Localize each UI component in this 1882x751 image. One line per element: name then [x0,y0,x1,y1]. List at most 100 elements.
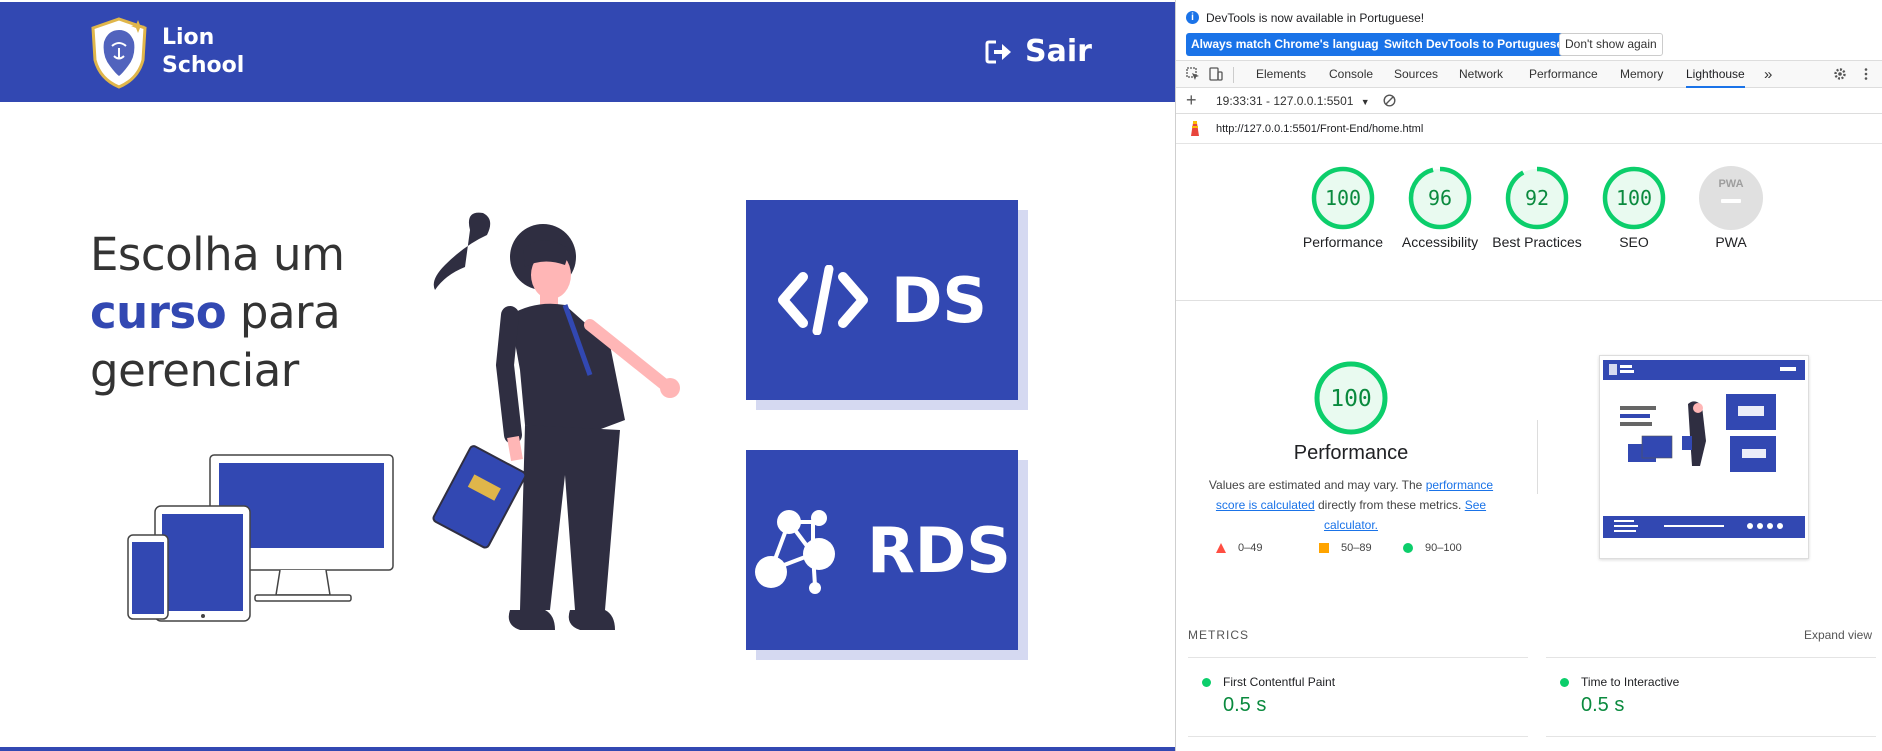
site-header: Lion School Sair [0,2,1175,102]
tab-console[interactable]: Console [1329,61,1373,88]
toolbar-divider [1233,67,1234,83]
gauge-best-practices[interactable]: 92 Best Practices [1492,165,1582,251]
page-headline: Escolha um curso para gerenciar [90,226,345,400]
tab-network[interactable]: Network [1459,61,1503,88]
legend-fail: 0–49 [1216,542,1262,554]
devices-illustration [127,454,394,622]
metric-name: First Contentful Paint [1223,675,1336,689]
gauge-seo[interactable]: 100 SEO [1589,165,1679,251]
score-gauge: 92 [1505,166,1569,230]
tab-lighthouse[interactable]: Lighthouse [1686,61,1745,88]
infobar-message: DevTools is now available in Portuguese! [1206,11,1425,25]
settings-icon[interactable] [1833,67,1847,81]
tab-memory[interactable]: Memory [1620,61,1663,88]
score-gauge: 96 [1408,166,1472,230]
legend-pass-range: 90–100 [1425,542,1462,554]
performance-score: 100 [1330,386,1372,412]
switch-language-button[interactable]: Switch DevTools to Portuguese [1379,33,1569,56]
pwa-badge-text: PWA [1718,178,1743,190]
lighthouse-toolbar: + 19:33:31 - 127.0.0.1:5501 ▼ [1176,88,1882,114]
page-screenshot-thumbnail[interactable] [1599,355,1809,559]
thumbnail-image [1603,360,1805,538]
performance-description: Values are estimated and may vary. The p… [1196,475,1506,535]
match-language-button[interactable]: Always match Chrome's language [1186,33,1391,56]
report-select[interactable]: 19:33:31 - 127.0.0.1:5501 ▼ [1216,94,1370,108]
devtools-tab-bar: Elements Console Sources Network Perform… [1176,60,1882,88]
performance-score-gauge: 100 [1314,361,1388,435]
more-options-icon[interactable] [1859,67,1873,81]
expand-view-toggle[interactable]: Expand view [1804,628,1872,642]
gauge-label: SEO [1619,234,1649,250]
gauge-label: PWA [1715,234,1747,250]
gauge-label: Performance [1302,234,1384,250]
section-divider [1176,300,1882,301]
legend-pass: 90–100 [1403,542,1462,554]
devtools-panel: i DevTools is now available in Portugues… [1175,0,1882,751]
gauge-label: Best Practices [1492,234,1582,250]
headline-highlight: curso [90,286,227,339]
summary-divider [1537,420,1538,494]
headline-line-3: gerenciar [90,344,299,397]
metric-first-contentful-paint: First Contentful Paint 0.5 s [1188,657,1528,737]
code-icon [777,265,868,335]
metrics-heading: METRICS [1188,628,1249,642]
metric-time-to-interactive: Time to Interactive 0.5 s [1546,657,1876,737]
description-text: directly from these metrics. [1317,498,1462,512]
lighthouse-icon [1191,121,1199,136]
score-value: 100 [1616,186,1652,210]
logout-label: Sair [1025,34,1092,69]
legend-fail-range: 0–49 [1238,542,1263,554]
score-value: 100 [1325,186,1361,210]
gauge-performance[interactable]: 100 Performance [1298,165,1388,251]
performance-summary: 100 Performance Values are estimated and… [1196,360,1506,535]
info-icon: i [1186,11,1199,24]
footer-edge [0,747,1175,751]
tab-elements[interactable]: Elements [1256,61,1306,88]
brand-line-2: School [162,53,245,78]
score-legend: 0–49 50–89 90–100 [1216,542,1496,558]
brand-name: Lion School [162,24,244,80]
pass-dot-icon [1560,678,1569,687]
report-url-bar: http://127.0.0.1:5501/Front-End/home.htm… [1176,114,1882,144]
description-text: Values are estimated and may vary. The [1208,478,1423,492]
logout-button[interactable]: Sair [985,34,1092,69]
triangle-icon [1216,543,1226,553]
headline-line-2: curso para [90,284,344,342]
tab-performance[interactable]: Performance [1529,61,1598,88]
brand-line-1: Lion [162,25,215,50]
device-toolbar-icon[interactable] [1209,67,1223,81]
pass-dot-icon [1202,678,1211,687]
metric-value: 0.5 s [1223,694,1267,716]
report-select-value: 19:33:31 - 127.0.0.1:5501 [1216,94,1354,108]
legend-average: 50–89 [1319,542,1372,554]
circle-icon [1403,543,1413,553]
dont-show-again-button[interactable]: Don't show again [1559,33,1663,56]
web-page: Lion School Sair Escolha um curso para g… [0,0,1175,751]
gauge-pwa[interactable]: PWA PWA [1686,165,1776,251]
inspect-element-icon[interactable] [1186,67,1200,81]
person-illustration [432,212,680,630]
screen: { "site": { "brand_line1": "Lion", "bran… [0,0,1882,751]
score-value: 92 [1525,186,1549,210]
gauge-label: Accessibility [1401,234,1479,250]
tab-sources[interactable]: Sources [1394,61,1438,88]
language-infobar: i DevTools is now available in Portugues… [1176,0,1882,60]
logout-icon [985,40,1011,63]
clear-reports-icon[interactable] [1383,94,1396,107]
new-report-button[interactable]: + [1186,91,1197,109]
more-tabs-button[interactable]: » [1764,61,1772,88]
network-icon [755,510,836,594]
headline-line-1: Escolha um [90,228,345,281]
gauge-accessibility[interactable]: 96 Accessibility [1395,165,1485,251]
headline-word: para [239,286,341,339]
course-card-rds[interactable]: RDS [746,450,1018,650]
metric-name: Time to Interactive [1581,675,1680,689]
legend-average-range: 50–89 [1341,542,1372,554]
report-url: http://127.0.0.1:5501/Front-End/home.htm… [1216,123,1424,135]
lion-logo-icon[interactable] [88,16,150,90]
course-label-ds: DS [890,263,988,337]
course-card-ds[interactable]: DS [746,200,1018,400]
score-gauge: 100 [1311,166,1375,230]
score-value: 96 [1428,186,1452,210]
score-gauge: 100 [1602,166,1666,230]
